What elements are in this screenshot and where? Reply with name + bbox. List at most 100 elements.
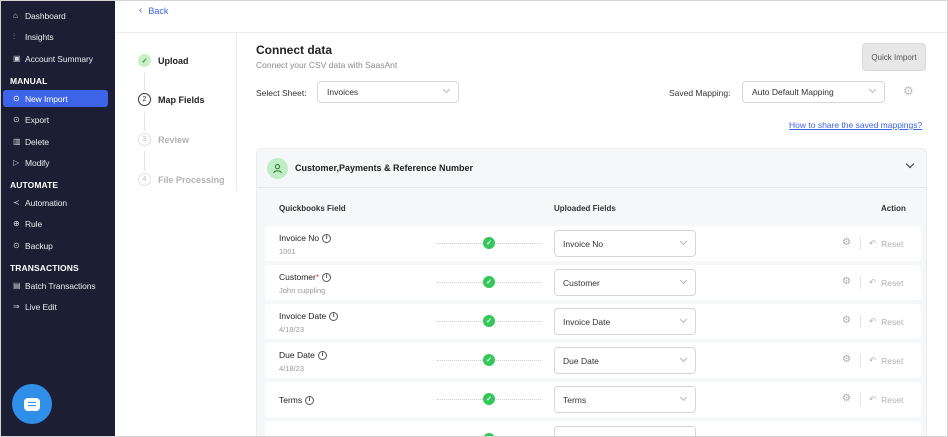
reset-button[interactable]: ↶ Reset: [869, 238, 903, 249]
required-marker: *: [315, 272, 320, 282]
saved-mapping-label: Saved Mapping:: [669, 88, 731, 98]
share-mappings-link[interactable]: How to share the saved mappings?: [789, 120, 922, 130]
modify-icon: ▷: [13, 158, 20, 167]
chat-icon: [24, 397, 40, 411]
col-quickbooks-field: Quickbooks Field: [279, 204, 346, 213]
rule-icon: ⊕: [13, 219, 20, 228]
field-sample: 1001: [279, 247, 296, 256]
field-name: Invoice Date: [279, 311, 327, 321]
info-icon[interactable]: i: [305, 395, 315, 405]
chevron-down-icon: [442, 85, 451, 94]
sidebar-item-dashboard[interactable]: ⌂ Dashboard: [3, 7, 108, 24]
step-number: 3: [138, 133, 151, 146]
insights-icon: ⫶: [13, 31, 15, 41]
export-icon: ⊙: [13, 115, 20, 124]
uploaded-field-dropdown[interactable]: Invoice No: [554, 230, 696, 257]
backup-icon: ⊙: [13, 241, 20, 250]
sidebar-item-export[interactable]: ⊙ Export: [3, 111, 108, 128]
gear-icon[interactable]: ⚙: [842, 393, 851, 404]
saved-mapping-dropdown[interactable]: Auto Default Mapping: [742, 81, 885, 103]
mapping-row-partial: ✓: [265, 421, 921, 436]
chevron-down-icon: [679, 315, 688, 324]
reset-button[interactable]: ↶ Reset: [869, 277, 903, 288]
delete-icon: ▥: [13, 137, 21, 146]
step-review: 3 Review: [138, 133, 189, 146]
info-icon[interactable]: i: [322, 233, 332, 243]
sidebar-item-modify[interactable]: ▷ Modify: [3, 154, 108, 171]
uploaded-field-dropdown[interactable]: Terms: [554, 386, 696, 413]
info-icon[interactable]: i: [329, 311, 339, 321]
step-number: 2: [138, 93, 151, 106]
field-name: Due Date: [279, 350, 315, 360]
gear-icon[interactable]: ⚙: [842, 354, 851, 365]
import-icon: ⊙: [13, 94, 20, 103]
undo-icon: ↶: [869, 316, 877, 326]
action-divider: [860, 276, 861, 289]
back-link[interactable]: ‹ Back: [139, 5, 168, 16]
check-icon: ✓: [483, 237, 495, 249]
sidebar-item-backup[interactable]: ⊙ Backup: [3, 237, 108, 254]
uploaded-field-dropdown[interactable]: Due Date: [554, 347, 696, 374]
gear-icon[interactable]: ⚙: [903, 84, 914, 98]
batch-icon: ▤: [13, 281, 21, 290]
gear-icon[interactable]: ⚙: [842, 237, 851, 248]
page-subtitle: Connect your CSV data with SaasAnt: [256, 60, 398, 70]
field-name: Terms: [279, 395, 303, 405]
quick-import-button[interactable]: Quick Import: [862, 43, 926, 71]
mapping-row: Invoice No i 1001 ✓ Invoice No ⚙ ↶ Reset: [265, 226, 921, 261]
account-summary-icon: ▣: [13, 54, 21, 63]
sidebar-item-rule[interactable]: ⊕ Rule: [3, 215, 108, 232]
chat-support-button[interactable]: [12, 384, 52, 424]
app-window: ⌂ Dashboard ⫶ Insights ▣ Account Summary…: [0, 0, 948, 437]
reset-button[interactable]: ↶ Reset: [869, 355, 903, 366]
select-sheet-label: Select Sheet:: [256, 88, 307, 98]
mapping-row: Customer * i John cuppling ✓ Customer ⚙ ↶…: [265, 265, 921, 300]
info-icon[interactable]: i: [322, 272, 332, 282]
action-divider: [860, 237, 861, 250]
sidebar-item-live-edit[interactable]: ⇒ Live Edit: [3, 298, 108, 315]
sidebar-item-automation[interactable]: ≺ Automation: [3, 194, 108, 211]
sidebar-item-insights[interactable]: ⫶ Insights: [3, 28, 108, 45]
step-connector: [144, 113, 145, 131]
select-sheet-dropdown[interactable]: Invoices: [317, 81, 459, 103]
sidebar-item-new-import[interactable]: ⊙ New Import: [3, 90, 108, 107]
gear-icon[interactable]: ⚙: [842, 276, 851, 287]
live-edit-icon: ⇒: [13, 302, 20, 311]
sidebar: ⌂ Dashboard ⫶ Insights ▣ Account Summary…: [1, 1, 115, 436]
mapping-row: Invoice Date i 4/18/23 ✓ Invoice Date ⚙ …: [265, 304, 921, 339]
field-name: Customer: [279, 272, 316, 282]
user-icon: [267, 158, 288, 179]
chevron-down-icon: [679, 276, 688, 285]
col-action: Action: [881, 204, 906, 213]
check-icon: ✓: [483, 354, 495, 366]
uploaded-field-dropdown[interactable]: Invoice Date: [554, 308, 696, 335]
mapping-row: Terms i ✓ Terms ⚙ ↶ Reset: [265, 382, 921, 417]
check-icon: ✓: [483, 315, 495, 327]
step-file-processing: 4 File Processing: [138, 173, 225, 186]
chevron-down-icon: [679, 237, 688, 246]
step-connector: [144, 151, 145, 171]
sidebar-item-account-summary[interactable]: ▣ Account Summary: [3, 50, 108, 67]
uploaded-field-dropdown[interactable]: [554, 426, 696, 436]
action-divider: [860, 354, 861, 367]
sidebar-item-delete[interactable]: ▥ Delete: [3, 133, 108, 150]
uploaded-field-dropdown[interactable]: Customer: [554, 269, 696, 296]
reset-button[interactable]: ↶ Reset: [869, 394, 903, 405]
sidebar-section-automate: AUTOMATE: [10, 180, 59, 190]
step-map-fields[interactable]: 2 Map Fields: [138, 93, 205, 106]
step-upload[interactable]: ✓ Upload: [138, 54, 189, 67]
gear-icon[interactable]: ⚙: [842, 315, 851, 326]
top-divider: [115, 32, 947, 33]
reset-button[interactable]: ↶ Reset: [869, 316, 903, 327]
info-icon[interactable]: i: [317, 350, 327, 360]
sidebar-item-batch-transactions[interactable]: ▤ Batch Transactions: [3, 277, 108, 294]
field-sample: 4/18/23: [279, 364, 305, 373]
col-uploaded-fields: Uploaded Fields: [554, 204, 616, 213]
undo-icon: ↶: [869, 355, 877, 365]
steps-divider: [236, 33, 237, 191]
sidebar-section-manual: MANUAL: [10, 76, 48, 86]
step-number: 4: [138, 173, 151, 186]
chevron-left-icon: ‹: [139, 5, 143, 16]
home-icon: ⌂: [13, 11, 18, 20]
chevron-down-icon: [868, 85, 877, 94]
